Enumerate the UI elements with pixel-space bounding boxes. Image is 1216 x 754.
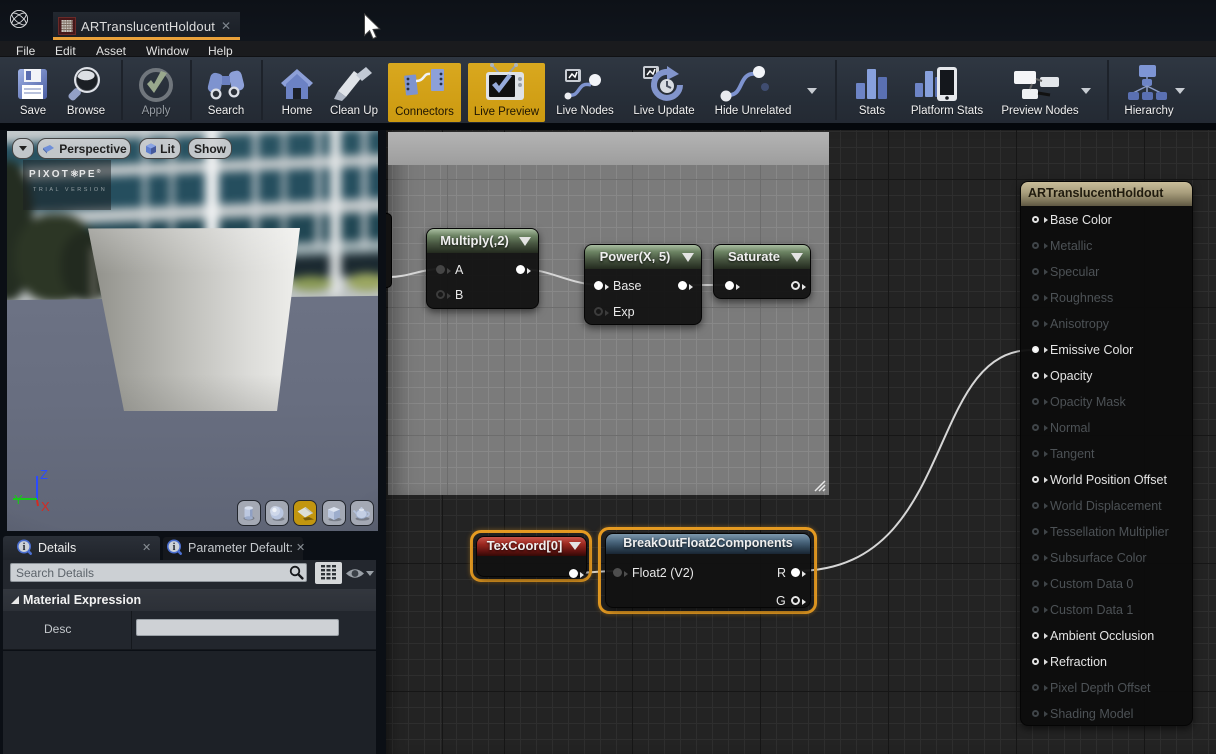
svg-text:Y: Y <box>14 492 23 507</box>
svg-text:i: i <box>173 542 176 553</box>
svg-text:Z: Z <box>40 467 48 482</box>
svg-text:X: X <box>41 499 50 514</box>
svg-text:i: i <box>23 542 26 553</box>
